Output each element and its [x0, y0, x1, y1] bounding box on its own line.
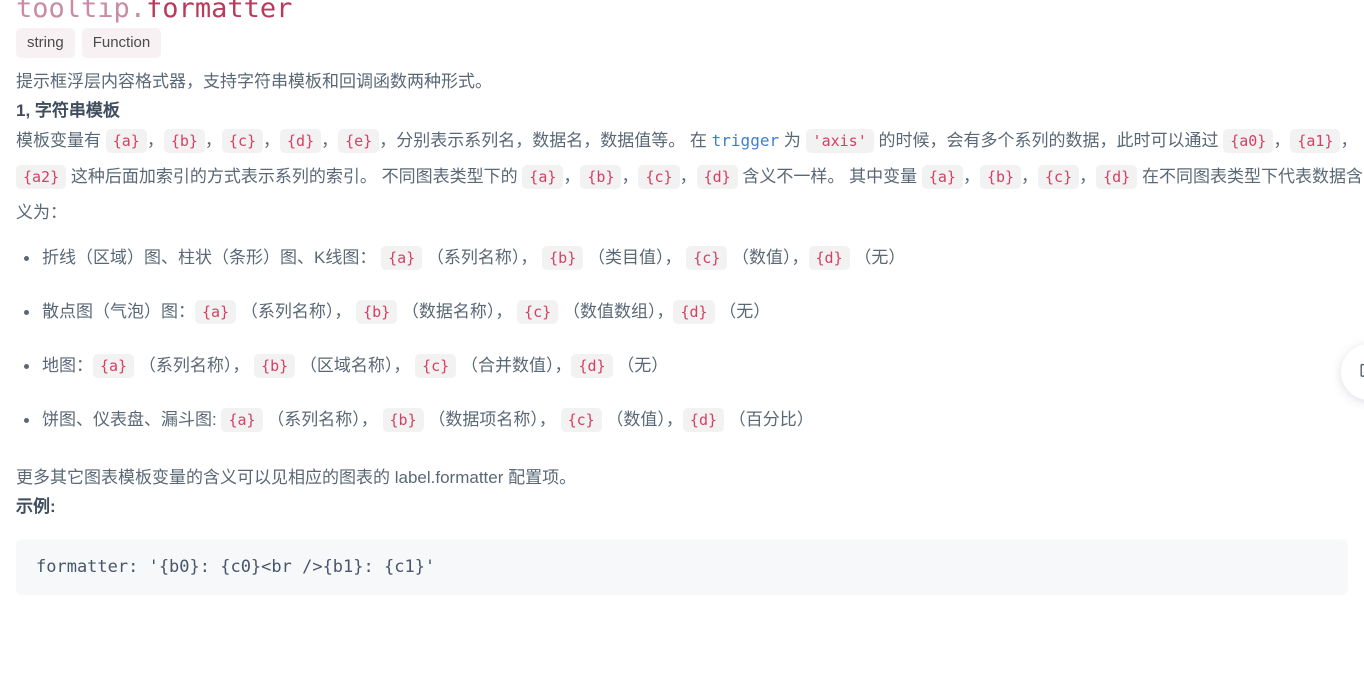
list-item-text: （系列名称），: [138, 356, 250, 375]
list-item-prefix: 地图：: [42, 356, 93, 375]
list-item-text: （合并数值），: [460, 356, 572, 375]
type-badge-list: string Function: [16, 28, 1348, 58]
text-separator: ，: [679, 167, 697, 186]
text-separator: ，: [1079, 167, 1097, 186]
description-paragraph: 提示框浮层内容格式器，支持字符串模板和回调函数两种形式。: [16, 72, 492, 91]
code-token-d: {d}: [280, 129, 322, 153]
section-heading-string-template: 1, 字符串模板: [16, 101, 120, 120]
code-token-a: {a}: [93, 354, 135, 378]
code-token-d: {d}: [673, 300, 715, 324]
code-token-a: {a}: [221, 408, 263, 432]
code-token-c: {c}: [221, 129, 264, 153]
example-code-block: formatter: '{b0}: {c0}<br />{b1}: {c1}': [16, 539, 1348, 595]
list-item: 散点图（气泡）图： {a} （系列名称）， {b} （数据名称）， {c} （数值…: [16, 298, 1348, 326]
code-token-c: {c}: [1038, 165, 1080, 189]
code-token-d: {d}: [1096, 165, 1138, 189]
text-separator: ，: [263, 131, 281, 150]
code-token-d: {d}: [808, 246, 850, 270]
code-token-e: {e}: [338, 129, 380, 153]
code-token-b: {b}: [163, 129, 205, 153]
api-title-leaf: formatter: [146, 0, 293, 24]
code-token-axis: 'axis': [805, 129, 874, 153]
example-heading: 示例:: [16, 497, 56, 516]
code-token-d: {d}: [571, 354, 613, 378]
list-item-text: （系列名称），: [426, 248, 538, 267]
code-token-c: {c}: [638, 165, 680, 189]
list-item-text: （数值），: [732, 248, 809, 267]
page-title: tooltip.formatter: [16, 0, 1348, 26]
chart-type-variable-list: 折线（区域）图、柱状（条形）图、K线图： {a} （系列名称）， {b} （类目…: [16, 244, 1348, 434]
api-title-parent: tooltip.: [16, 0, 147, 24]
code-token-b: {b}: [580, 165, 622, 189]
text-separator: ，: [962, 167, 980, 186]
code-token-c: {c}: [415, 354, 457, 378]
list-item-prefix: 折线（区域）图、柱状（条形）图、K线图：: [42, 248, 377, 267]
list-item-text: （类目值），: [587, 248, 682, 267]
list-item: 地图： {a} （系列名称）， {b} （区域名称）， {c} （合并数值）， {d…: [16, 352, 1348, 380]
template-variables-paragraph: 模板变量有 {a}， {b}， {c}， {d}， {e} ，分别表示系列名，数据名，数据…: [16, 123, 1364, 230]
list-item-text: （百分比）: [728, 410, 814, 429]
code-token-c: {c}: [560, 408, 602, 432]
list-item: 折线（区域）图、柱状（条形）图、K线图： {a} （系列名称）， {b} （类目…: [16, 244, 1348, 272]
code-token-b: {b}: [382, 408, 424, 432]
list-item-text: （数值），: [606, 410, 683, 429]
list-item-text: （无）: [854, 248, 906, 267]
list-item-text: （系列名称），: [267, 410, 378, 429]
text-separator: ，: [621, 167, 639, 186]
code-token-d: {d}: [682, 408, 725, 432]
code-token-a: {a}: [921, 165, 963, 189]
code-token-d: {d}: [696, 165, 738, 189]
list-item-text: （数据项名称），: [428, 410, 556, 429]
type-badge-function: Function: [81, 28, 162, 58]
text-separator: ，: [1340, 131, 1358, 150]
code-token-a: {a}: [381, 246, 423, 270]
text-separator: ，: [563, 167, 581, 186]
code-token-b: {b}: [254, 354, 296, 378]
text-segment: 含义不一样。 其中变量: [737, 167, 922, 186]
code-token-a1: {a1}: [1290, 129, 1341, 153]
text-separator: ，: [321, 131, 339, 150]
text-segment: 模板变量有: [16, 131, 106, 150]
text-segment: 这种后面加索引的方式表示系列的索引。 不同图表类型下的: [66, 167, 523, 186]
more-info-paragraph: 更多其它图表模板变量的含义可以见相应的图表的 label.formatter 配…: [16, 468, 577, 487]
list-item-prefix: 散点图（气泡）图：: [42, 302, 195, 321]
doc-page: tooltip.formatter string Function 提示框浮层内…: [0, 0, 1364, 595]
code-token-a: {a}: [522, 165, 564, 189]
text-separator: ，: [146, 131, 164, 150]
link-trigger[interactable]: trigger: [712, 131, 779, 150]
code-token-c: {c}: [517, 300, 559, 324]
example-code-text: formatter: '{b0}: {c0}<br />{b1}: {c1}': [36, 557, 436, 577]
list-item-text: （系列名称），: [240, 302, 352, 321]
text-separator: ，: [204, 131, 222, 150]
code-token-c: {c}: [686, 246, 728, 270]
code-token-b: {b}: [979, 165, 1022, 189]
code-token-b: {b}: [356, 300, 398, 324]
list-item: 饼图、仪表盘、漏斗图: {a} （系列名称）， {b} （数据项名称）， {c}…: [16, 406, 1348, 434]
list-item-text: （数值数组），: [562, 302, 674, 321]
list-item-text: （区域名称），: [299, 356, 411, 375]
code-token-a: {a}: [195, 300, 237, 324]
code-token-a0: {a0}: [1223, 129, 1274, 153]
type-badge-string: string: [16, 28, 75, 58]
list-item-text: （数据名称），: [401, 302, 513, 321]
presentation-chart-icon: [1358, 361, 1364, 383]
list-item-text: （无）: [719, 302, 771, 321]
code-token-a: {a}: [105, 129, 147, 153]
code-token-a2: {a2}: [16, 165, 67, 189]
text-segment: 的时候，会有多个系列的数据，此时可以通过: [873, 131, 1224, 150]
text-separator: ，: [1273, 131, 1291, 150]
code-token-b: {b}: [542, 246, 584, 270]
list-item-prefix: 饼图、仪表盘、漏斗图:: [42, 410, 217, 429]
text-segment: 为: [779, 131, 806, 150]
text-segment: ，分别表示系列名，数据名，数据值等。 在: [379, 131, 712, 150]
text-separator: ，: [1021, 167, 1039, 186]
list-item-text: （无）: [617, 356, 669, 375]
